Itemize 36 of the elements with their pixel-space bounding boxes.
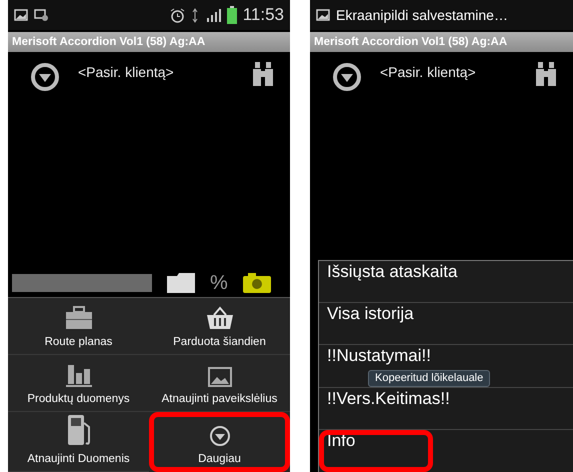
menu-item[interactable]: Info — [319, 430, 433, 472]
menu-item[interactable]: Atnaujinti Duomenis — [8, 412, 149, 472]
menu-item[interactable]: Išsiųsta ataskaita — [319, 261, 573, 304]
status-time: 11:53 — [242, 4, 284, 26]
image-icon — [316, 9, 330, 21]
client-selector[interactable]: <Pasir. klientą> — [78, 62, 234, 83]
menu-item[interactable]: Daugiau — [149, 412, 290, 472]
alarm-icon — [170, 8, 185, 22]
image-icon — [14, 9, 28, 21]
binoculars-icon[interactable] — [252, 62, 274, 86]
data-icon — [190, 8, 199, 22]
picture-icon — [208, 366, 232, 386]
bar-chart-icon — [64, 362, 92, 386]
app-title: Merisoft Accordion Vol1 (58) Ag:AA — [310, 32, 573, 52]
menu-item[interactable]: Atnaujinti paveikslėlius — [149, 354, 290, 412]
notification-text: Ekraanipildi salvestamine… — [336, 6, 508, 25]
binoculars-icon[interactable] — [535, 62, 557, 86]
briefcase-icon — [64, 306, 92, 330]
folder-icon — [166, 272, 196, 294]
signal-icon — [204, 8, 221, 22]
dropdown-icon[interactable] — [332, 62, 362, 92]
app-title: Merisoft Accordion Vol1 (58) Ag:AA — [8, 32, 290, 52]
basket-icon — [206, 306, 234, 330]
dropdown-icon[interactable] — [30, 62, 60, 92]
screenshot-icon — [34, 9, 48, 21]
fuel-pump-icon — [66, 412, 92, 447]
battery-icon — [226, 6, 237, 24]
menu-item[interactable]: Produktų duomenys — [8, 354, 149, 412]
camera-icon — [242, 272, 272, 294]
copied-toast: Kopeeritud lõikelauale — [368, 370, 490, 388]
percent-icon: % — [210, 268, 228, 298]
menu-item[interactable]: Visa istorija — [319, 303, 573, 346]
client-selector[interactable]: <Pasir. klientą> — [380, 62, 517, 83]
dropdown-icon — [208, 424, 230, 447]
menu-item[interactable]: Parduota šiandien — [149, 298, 290, 355]
menu-item[interactable]: Route planas — [8, 298, 149, 355]
